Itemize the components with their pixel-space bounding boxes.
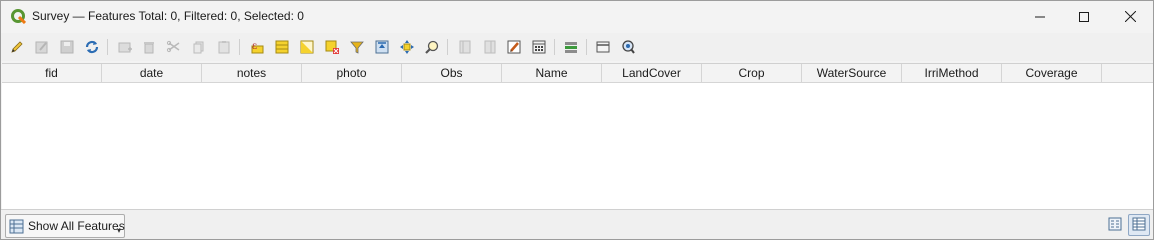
title-bar: Survey — Features Total: 0, Filtered: 0,…: [1, 1, 1153, 32]
column-header-date[interactable]: date: [102, 64, 202, 83]
filter-select-form-button[interactable]: [347, 37, 367, 57]
select-by-expression-button[interactable]: ε: [247, 37, 267, 57]
dock-table-button[interactable]: [618, 37, 638, 57]
select-by-expression-icon: ε: [249, 39, 265, 55]
move-selection-top-button[interactable]: [372, 37, 392, 57]
table-view-icon: [1131, 216, 1147, 235]
delete-field-icon: [482, 39, 498, 55]
column-header-crop[interactable]: Crop: [702, 64, 802, 83]
maximize-icon: [1079, 11, 1089, 22]
paste-button[interactable]: [214, 37, 234, 57]
organize-columns-button[interactable]: [504, 37, 524, 57]
actions-button[interactable]: [593, 37, 613, 57]
invert-selection-button[interactable]: [297, 37, 317, 57]
window-title: Survey — Features Total: 0, Filtered: 0,…: [32, 9, 304, 23]
delete-selected-button[interactable]: [139, 37, 159, 57]
actions-icon: [595, 39, 611, 55]
field-calculator-button[interactable]: [529, 37, 549, 57]
column-header-photo[interactable]: photo: [302, 64, 402, 83]
deselect-all-icon: [324, 39, 340, 55]
column-header-watersource[interactable]: WaterSource: [802, 64, 902, 83]
switch-to-form-view-button[interactable]: [1105, 215, 1125, 235]
toggle-multi-edit-button[interactable]: [32, 37, 52, 57]
zoom-to-selected-button[interactable]: [422, 37, 442, 57]
select-all-icon: [274, 39, 290, 55]
cut-icon: [166, 39, 182, 55]
table-filter-icon: [9, 219, 24, 234]
attribute-table[interactable]: fid date notes photo Obs Name LandCover …: [2, 63, 1153, 209]
column-header-irrimethod[interactable]: IrriMethod: [902, 64, 1002, 83]
header-filler: [1102, 64, 1153, 83]
cut-button[interactable]: [164, 37, 184, 57]
copy-icon: [191, 39, 207, 55]
new-field-button[interactable]: [455, 37, 475, 57]
toggle-multi-edit-icon: [34, 39, 50, 55]
dropdown-arrow-icon: ▾: [116, 226, 121, 235]
show-features-label: Show All Features: [28, 219, 125, 233]
pan-to-selected-button[interactable]: [397, 37, 417, 57]
conditional-formatting-button[interactable]: [561, 37, 581, 57]
close-button[interactable]: [1107, 1, 1153, 32]
field-calculator-icon: [531, 39, 547, 55]
svg-text:ε: ε: [252, 41, 257, 52]
paste-icon: [216, 39, 232, 55]
toolbar-separator: [107, 39, 108, 55]
switch-to-table-view-button[interactable]: [1128, 214, 1150, 236]
minimize-button[interactable]: [1017, 1, 1063, 32]
save-edits-icon: [59, 39, 75, 55]
close-icon: [1124, 11, 1136, 22]
attribute-toolbar: ε: [1, 33, 1153, 61]
toggle-editing-button[interactable]: [7, 37, 27, 57]
show-features-dropdown[interactable]: Show All Features ▾: [5, 214, 125, 238]
column-header-coverage[interactable]: Coverage: [1002, 64, 1102, 83]
select-all-button[interactable]: [272, 37, 292, 57]
column-header-fid[interactable]: fid: [2, 64, 102, 83]
deselect-all-button[interactable]: [322, 37, 342, 57]
invert-selection-icon: [299, 39, 315, 55]
new-field-icon: [457, 39, 473, 55]
delete-field-button[interactable]: [480, 37, 500, 57]
column-header-notes[interactable]: notes: [202, 64, 302, 83]
toggle-editing-icon: [9, 39, 25, 55]
save-edits-button[interactable]: [57, 37, 77, 57]
bottom-bar: Show All Features ▾: [1, 209, 1153, 239]
conditional-formatting-icon: [563, 39, 579, 55]
toolbar-separator: [554, 39, 555, 55]
organize-columns-icon: [506, 39, 522, 55]
reload-table-button[interactable]: [82, 37, 102, 57]
column-header-obs[interactable]: Obs: [402, 64, 502, 83]
toolbar-separator: [239, 39, 240, 55]
column-header-landcover[interactable]: LandCover: [602, 64, 702, 83]
column-header-name[interactable]: Name: [502, 64, 602, 83]
add-feature-icon: [117, 39, 133, 55]
maximize-button[interactable]: [1061, 1, 1107, 32]
pan-to-selected-icon: [399, 39, 415, 55]
move-selection-top-icon: [374, 39, 390, 55]
toolbar-separator: [586, 39, 587, 55]
copy-button[interactable]: [189, 37, 209, 57]
attribute-table-window: Survey — Features Total: 0, Filtered: 0,…: [0, 0, 1154, 240]
form-view-icon: [1107, 216, 1123, 235]
reload-table-icon: [84, 39, 100, 55]
table-header: fid date notes photo Obs Name LandCover …: [2, 64, 1102, 83]
qgis-logo-icon: [11, 9, 27, 25]
add-feature-button[interactable]: [115, 37, 135, 57]
zoom-to-selected-icon: [424, 39, 440, 55]
dock-table-icon: [620, 39, 636, 55]
minimize-icon: [1035, 12, 1045, 22]
delete-selected-icon: [141, 39, 157, 55]
filter-select-form-icon: [349, 39, 365, 55]
toolbar-separator: [447, 39, 448, 55]
